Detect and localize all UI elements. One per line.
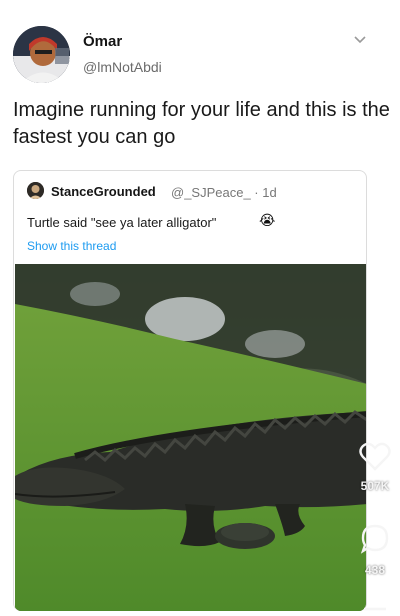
- author-avatar[interactable]: [13, 26, 70, 83]
- comment-icon: [360, 524, 389, 554]
- author-handle[interactable]: @lmNotAbdi: [83, 59, 162, 75]
- quoted-author-meta: @_SJPeace_ · 1d: [171, 185, 277, 200]
- comment-count: 438: [364, 563, 386, 577]
- chevron-down-icon[interactable]: [352, 33, 368, 45]
- show-thread-link[interactable]: Show this thread: [27, 239, 116, 253]
- video-thumbnail[interactable]: [14, 264, 366, 611]
- heart-icon: [359, 442, 391, 471]
- like-count: 507K: [360, 479, 390, 493]
- share-action[interactable]: [350, 598, 400, 616]
- tweet-card: Ömar @lmNotAbdi Imagine running for your…: [0, 0, 400, 611]
- quoted-tweet[interactable]: StanceGrounded @_SJPeace_ · 1d Turtle sa…: [13, 170, 367, 611]
- comment-action[interactable]: 438: [350, 522, 400, 577]
- like-action[interactable]: 507K: [350, 442, 400, 493]
- tweet-text: Imagine running for your life and this i…: [13, 99, 390, 148]
- quoted-author-name[interactable]: StanceGrounded: [51, 184, 156, 199]
- share-icon: [364, 607, 386, 611]
- author-name[interactable]: Ömar: [83, 33, 122, 50]
- quoted-avatar[interactable]: [27, 182, 44, 199]
- quoted-text: Turtle said "see ya later alligator": [27, 215, 217, 230]
- crying-emoji-icon: 😭: [259, 212, 276, 228]
